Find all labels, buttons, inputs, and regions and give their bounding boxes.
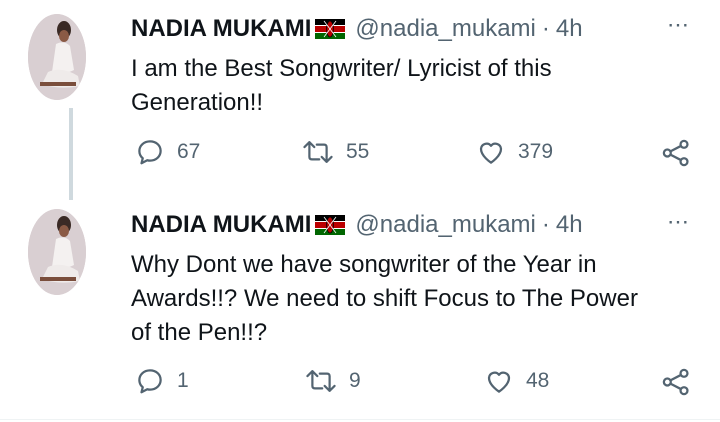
avatar[interactable] (28, 209, 86, 295)
like-count: 48 (526, 369, 550, 392)
tweet-text-line: I am the Best Songwriter/ Lyricist of th… (131, 55, 552, 82)
reply-count: 67 (177, 140, 201, 163)
retweet-icon (306, 370, 336, 392)
retweet-button[interactable]: 9 (305, 366, 361, 396)
reply-icon (138, 369, 162, 394)
heart-icon (479, 142, 503, 164)
share-button[interactable] (660, 366, 692, 398)
avatar-image (28, 209, 86, 295)
tweet-header: NADIA MUKAMI @nadia_mukami · 4h (131, 12, 583, 46)
tweet[interactable]: NADIA MUKAMI @nadia_mukami · 4h ⋯ Why Do… (0, 205, 720, 422)
tweet-actions: 1 9 48 (0, 366, 720, 402)
reply-button[interactable]: 1 (135, 366, 189, 396)
share-icon (662, 368, 689, 396)
kenya-flag-icon (315, 19, 346, 39)
like-count: 379 (518, 140, 554, 163)
reply-count: 1 (177, 369, 189, 392)
tweet-text: Why Dont we have songwriter of the Year … (131, 248, 701, 350)
tweet-text-line: Awards!!? We need to shift Focus to The … (131, 285, 638, 312)
author-handle[interactable]: @nadia_mukami (355, 211, 535, 239)
tweet-time[interactable]: 4h (556, 15, 583, 43)
more-options-icon[interactable]: ⋯ (667, 12, 690, 38)
kenya-flag-icon (315, 215, 346, 235)
tweet-header: NADIA MUKAMI @nadia_mukami · 4h (131, 208, 583, 242)
tweet-text-line: of the Pen!!? (131, 319, 268, 346)
retweet-count: 55 (346, 140, 370, 163)
tweet-time[interactable]: 4h (556, 211, 583, 239)
author-name[interactable]: NADIA MUKAMI (131, 15, 311, 43)
tweet-text-line: Generation!! (131, 89, 264, 116)
like-button[interactable]: 48 (484, 366, 549, 396)
more-options-icon[interactable]: ⋯ (667, 209, 690, 235)
avatar-image (28, 14, 86, 100)
separator-dot: · (541, 211, 550, 238)
tweet-actions: 67 55 379 (0, 137, 720, 173)
like-button[interactable]: 379 (476, 137, 553, 167)
reply-icon (138, 140, 162, 165)
heart-icon (487, 371, 511, 393)
retweet-count: 9 (349, 369, 361, 392)
tweet-text-line: Why Dont we have songwriter of the Year … (131, 251, 597, 278)
tweet-divider (0, 419, 720, 420)
author-name[interactable]: NADIA MUKAMI (131, 211, 311, 239)
tweet[interactable]: NADIA MUKAMI @nadia_mukami · 4h ⋯ I am t… (0, 0, 720, 205)
separator-dot: · (541, 15, 550, 42)
retweet-icon (303, 141, 333, 163)
retweet-button[interactable]: 55 (302, 137, 369, 167)
avatar[interactable] (28, 14, 86, 100)
author-handle[interactable]: @nadia_mukami (355, 15, 535, 43)
share-icon (662, 139, 689, 167)
tweet-text: I am the Best Songwriter/ Lyricist of th… (131, 52, 701, 120)
reply-button[interactable]: 67 (135, 137, 200, 167)
share-button[interactable] (660, 137, 692, 169)
